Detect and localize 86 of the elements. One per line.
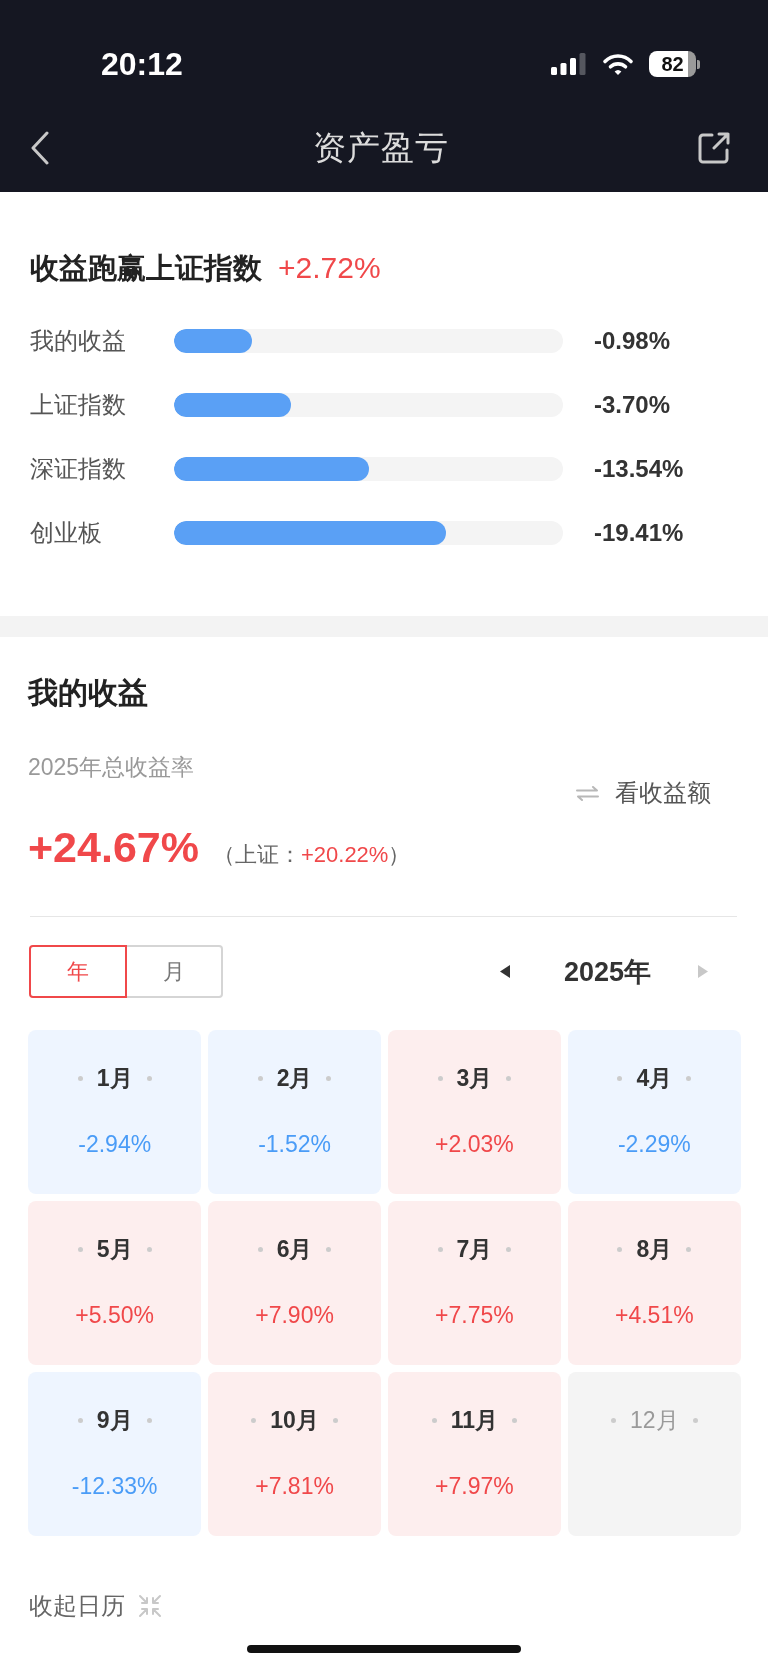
dot-icon <box>611 1417 616 1423</box>
dot-icon <box>506 1246 512 1252</box>
dot-icon <box>617 1075 623 1081</box>
month-label: 11月 <box>450 1406 499 1434</box>
month-tile[interactable]: 11月 +7.97% <box>387 1372 562 1536</box>
status-time: 20:12 <box>101 46 183 82</box>
month-label: 10月 <box>270 1406 319 1434</box>
dot-icon <box>326 1246 332 1252</box>
month-tile[interactable]: 9月 -12.33% <box>28 1372 202 1536</box>
page-title: 资产盈亏 <box>312 128 449 168</box>
dot-icon <box>506 1075 512 1081</box>
month-return: -12.33% <box>71 1472 158 1500</box>
month-return: +7.97% <box>435 1472 514 1500</box>
return-value: -19.41% <box>594 518 684 548</box>
month-return: -2.29% <box>617 1130 691 1158</box>
index-label: 深证指数 <box>30 454 127 484</box>
dot-icon <box>437 1246 443 1252</box>
lead-value: +2.72% <box>278 250 381 286</box>
month-return: +2.03% <box>435 1130 514 1158</box>
dot-icon <box>77 1417 83 1423</box>
month-tile[interactable]: 3月 +2.03% <box>387 1030 562 1194</box>
dot-icon <box>77 1246 83 1252</box>
switch-view-button[interactable]: 看收益额 <box>576 778 711 808</box>
month-return: -1.52% <box>258 1130 331 1158</box>
period-tab[interactable]: 月 <box>125 945 223 998</box>
return-value: -13.54% <box>594 454 684 484</box>
month-return: +5.50% <box>75 1301 154 1329</box>
return-value: -0.98% <box>594 326 671 356</box>
collapse-icon <box>138 1594 162 1618</box>
period-tab[interactable]: 年 <box>29 945 127 998</box>
month-label: 2月 <box>276 1064 313 1092</box>
signal-icon <box>551 52 587 76</box>
month-tile[interactable]: 10月 +7.81% <box>207 1372 382 1536</box>
dot-icon <box>332 1417 338 1423</box>
month-return: +4.51% <box>615 1301 694 1329</box>
dot-icon <box>146 1246 152 1252</box>
section-title: 收益跑赢上证指数 <box>30 251 262 286</box>
month-label: 3月 <box>456 1064 493 1092</box>
index-label: 创业板 <box>30 518 103 548</box>
dot-icon <box>692 1417 698 1423</box>
dot-icon <box>617 1246 623 1252</box>
year-label: 2025年 <box>563 955 651 989</box>
month-label: 6月 <box>276 1235 313 1263</box>
dot-icon <box>251 1417 257 1423</box>
section-title: 我的收益 <box>28 675 148 711</box>
month-label: 12月 <box>630 1406 679 1434</box>
dot-icon <box>257 1246 263 1252</box>
battery-indicator: 82 <box>649 51 700 77</box>
month-tile[interactable]: 2月 -1.52% <box>207 1030 382 1194</box>
share-icon[interactable] <box>698 132 731 164</box>
dot-icon <box>257 1075 263 1081</box>
month-tile[interactable]: 7月 +7.75% <box>387 1201 562 1365</box>
dot-icon <box>686 1246 692 1252</box>
month-return: +7.75% <box>435 1301 514 1329</box>
dot-icon <box>437 1075 443 1081</box>
month-label: 1月 <box>96 1064 133 1092</box>
dot-icon <box>146 1417 152 1423</box>
chevron-left-icon[interactable] <box>30 131 50 165</box>
dot-icon <box>146 1075 152 1081</box>
month-label: 5月 <box>96 1235 133 1263</box>
index-label: 我的收益 <box>30 326 127 356</box>
month-tile[interactable]: 4月 -2.29% <box>567 1030 741 1194</box>
total-return: +24.67% <box>28 822 199 872</box>
dot-icon <box>431 1417 437 1423</box>
return-value: -3.70% <box>594 390 671 420</box>
month-return: -2.94% <box>78 1130 152 1158</box>
month-label: 8月 <box>636 1235 673 1263</box>
benchmark-text: （上证：+20.22%） <box>212 841 411 869</box>
wifi-icon <box>602 52 634 76</box>
rate-label: 2025年总收益率 <box>28 753 195 782</box>
dot-icon <box>512 1417 518 1423</box>
month-tile[interactable]: 1月 -2.94% <box>28 1030 202 1194</box>
caret-left-icon[interactable] <box>499 965 510 978</box>
month-return: +7.81% <box>255 1472 334 1500</box>
month-label: 7月 <box>456 1235 493 1263</box>
dot-icon <box>686 1075 692 1081</box>
month-label: 4月 <box>636 1064 673 1092</box>
dot-icon <box>326 1075 332 1081</box>
month-tile[interactable]: 5月 +5.50% <box>28 1201 202 1365</box>
month-return: +7.90% <box>255 1301 334 1329</box>
month-label: 9月 <box>96 1406 133 1434</box>
index-label: 上证指数 <box>30 390 127 420</box>
dot-icon <box>77 1075 83 1081</box>
collapse-calendar-button[interactable]: 收起日历 <box>28 1591 162 1621</box>
month-tile[interactable]: 6月 +7.90% <box>207 1201 382 1365</box>
month-tile[interactable]: 8月 +4.51% <box>567 1201 741 1365</box>
